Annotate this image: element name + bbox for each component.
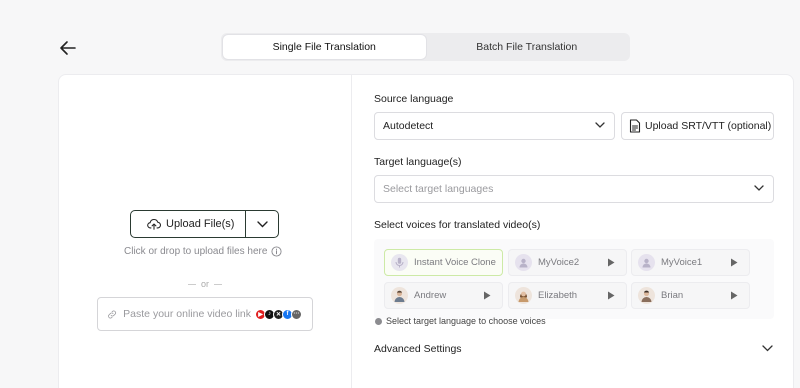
- mic-icon: [391, 254, 408, 271]
- more-icon: ···: [291, 308, 302, 320]
- play-icon[interactable]: [730, 258, 738, 267]
- tab-single-file[interactable]: Single File Translation: [223, 35, 426, 59]
- person-avatar: [638, 287, 655, 304]
- voice-name: MyVoice1: [661, 257, 703, 268]
- or-separator: or: [181, 279, 229, 289]
- upload-srt-label: Upload SRT/VTT (optional): [645, 120, 772, 132]
- play-icon[interactable]: [730, 291, 738, 300]
- voice-name: Andrew: [414, 290, 447, 301]
- advanced-settings-toggle[interactable]: Advanced Settings: [374, 343, 462, 355]
- person-avatar: [515, 287, 532, 304]
- video-link-input[interactable]: Paste your online video link ▶ ♪ ✕ f ···: [97, 297, 313, 331]
- voice-avatar-icon: [638, 254, 655, 271]
- voice-andrew[interactable]: Andrew: [384, 282, 503, 309]
- target-language-placeholder: Select target languages: [383, 183, 494, 195]
- supported-platforms: ▶ ♪ ✕ f ···: [255, 308, 302, 320]
- chevron-down-icon: [754, 185, 764, 191]
- translation-mode-tabs: Single File Translation Batch File Trans…: [221, 33, 630, 61]
- voice-name: MyVoice2: [538, 257, 580, 268]
- play-icon[interactable]: [607, 291, 615, 300]
- upload-options-dropdown[interactable]: [246, 211, 278, 237]
- tab-batch-file[interactable]: Batch File Translation: [426, 35, 629, 59]
- source-language-label: Source language: [374, 93, 454, 105]
- target-language-label: Target language(s): [374, 156, 462, 168]
- upload-files-label: Upload File(s): [166, 218, 235, 230]
- voices-note-text: Select target language to choose voices: [386, 316, 546, 326]
- voices-label: Select voices for translated video(s): [374, 219, 541, 231]
- play-icon[interactable]: [483, 291, 491, 300]
- or-text: or: [200, 279, 209, 289]
- info-dot-icon: [375, 317, 382, 325]
- source-language-value: Autodetect: [383, 120, 434, 132]
- source-language-select[interactable]: Autodetect: [374, 112, 615, 140]
- drop-hint: Click or drop to upload files here: [124, 246, 282, 257]
- drop-hint-text: Click or drop to upload files here: [124, 246, 268, 257]
- back-arrow-icon[interactable]: [58, 38, 78, 58]
- voice-myvoice2[interactable]: MyVoice2: [508, 249, 627, 276]
- chevron-down-icon: [256, 220, 268, 227]
- voice-brian[interactable]: Brian: [631, 282, 750, 309]
- link-icon: [108, 310, 117, 318]
- voices-note: Select target language to choose voices: [375, 316, 546, 326]
- voice-instant-clone[interactable]: Instant Voice Clone: [384, 249, 503, 276]
- voice-avatar-icon: [515, 254, 532, 271]
- upload-files-button-group: Upload File(s): [130, 210, 279, 238]
- target-language-select[interactable]: Select target languages: [374, 175, 774, 203]
- voice-name: Elizabeth: [538, 290, 578, 301]
- chevron-down-icon[interactable]: [762, 345, 773, 352]
- info-icon[interactable]: [271, 246, 282, 257]
- cloud-upload-icon: [147, 219, 161, 230]
- voice-name: Instant Voice Clone: [414, 257, 496, 268]
- upload-files-button[interactable]: Upload File(s): [131, 211, 246, 237]
- play-icon[interactable]: [607, 258, 615, 267]
- video-link-placeholder: Paste your online video link: [123, 308, 251, 320]
- panel-divider: [351, 74, 352, 388]
- person-avatar: [391, 287, 408, 304]
- voice-name: Brian: [661, 290, 684, 301]
- subtitle-file-icon: [629, 119, 641, 133]
- upload-srt-button[interactable]: Upload SRT/VTT (optional): [621, 112, 774, 140]
- voice-myvoice1[interactable]: MyVoice1: [631, 249, 750, 276]
- chevron-down-icon: [595, 122, 605, 128]
- voice-elizabeth[interactable]: Elizabeth: [508, 282, 627, 309]
